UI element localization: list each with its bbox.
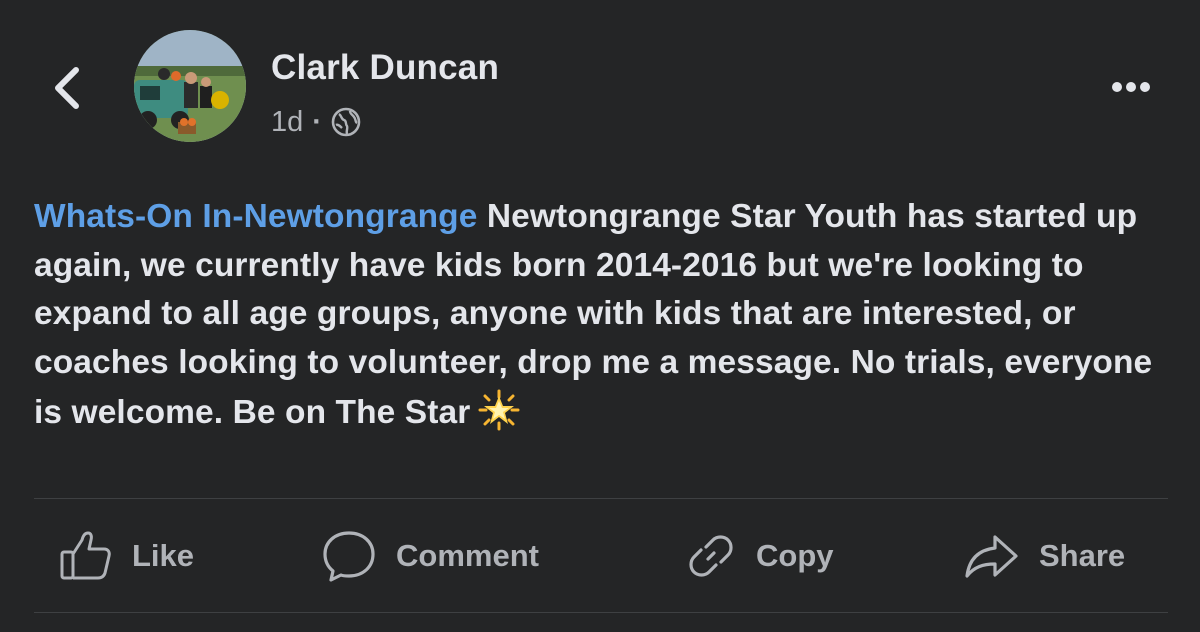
like-label: Like <box>132 537 195 573</box>
glowing-star-emoji <box>478 389 520 431</box>
copy-button[interactable]: Copy <box>684 499 834 612</box>
share-arrow-icon <box>965 534 1018 578</box>
author-name[interactable]: Clark Duncan <box>271 48 499 88</box>
page-mention-link[interactable]: Whats-On In-Newtongrange <box>34 198 477 235</box>
avatar[interactable] <box>134 30 246 142</box>
comment-bubble-icon <box>323 530 375 582</box>
chevron-left-icon <box>55 67 79 109</box>
thumbs-up-icon <box>60 531 111 579</box>
globe-icon[interactable] <box>330 106 362 138</box>
post-meta: 1d · <box>271 104 362 140</box>
more-options-icon <box>1112 82 1150 92</box>
divider-bottom <box>34 612 1168 613</box>
post-timestamp[interactable]: 1d <box>271 106 303 139</box>
share-button[interactable]: Share <box>963 499 1125 612</box>
back-button[interactable] <box>44 60 90 116</box>
share-label: Share <box>1039 537 1126 573</box>
comment-button[interactable]: Comment <box>320 499 539 612</box>
copy-label: Copy <box>756 537 834 573</box>
post-header: Clark Duncan 1d · <box>0 0 1200 170</box>
profile-photo <box>134 30 246 142</box>
link-icon <box>689 534 733 577</box>
like-button[interactable]: Like <box>58 499 194 612</box>
more-options-button[interactable] <box>1104 72 1158 102</box>
post-body: Whats-On In-Newtongrange Newtongrange St… <box>34 193 1174 438</box>
action-bar: Like Comment Copy Share <box>0 499 1200 612</box>
comment-label: Comment <box>396 537 539 573</box>
meta-separator: · <box>312 105 322 138</box>
